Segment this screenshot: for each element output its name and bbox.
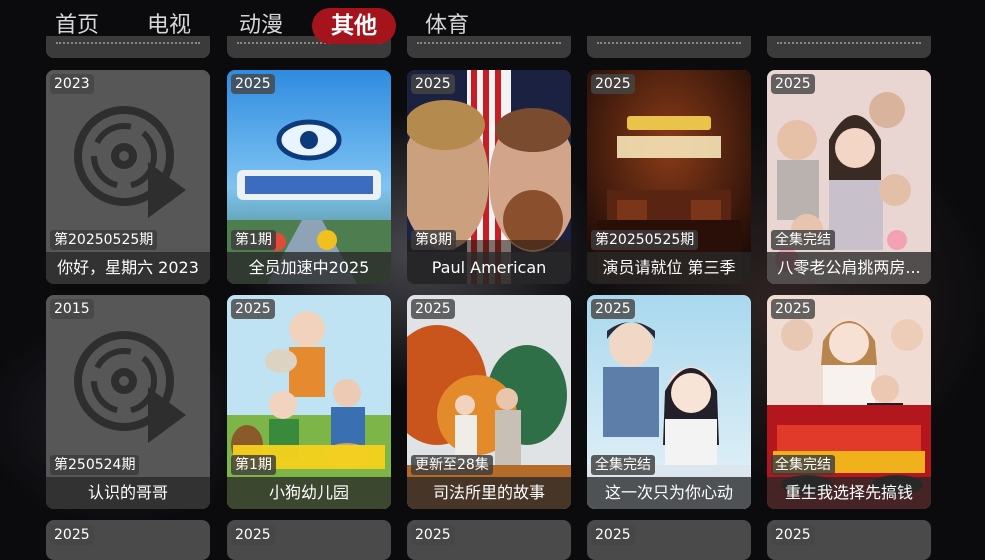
episode-badge: 第8期 xyxy=(411,230,456,250)
video-card[interactable]: 2023 第20250525期 你好，星期六 2023 xyxy=(46,70,210,284)
video-card[interactable]: 2025 更新至28集 司法所里的故事 xyxy=(407,295,571,509)
year-badge: 2025 xyxy=(411,74,455,94)
category-tab-bar: 首页 电视 动漫 其他 体育 xyxy=(0,0,985,52)
video-card[interactable]: 2025 xyxy=(767,520,931,560)
card-title: 重生我选择先搞钱 xyxy=(767,477,931,509)
year-badge: 2025 xyxy=(771,525,815,545)
video-card[interactable]: 2025 xyxy=(587,520,751,560)
video-card[interactable]: 2025 第1期 全员加速中2025 xyxy=(227,70,391,284)
card-title: 全员加速中2025 xyxy=(227,252,391,284)
episode-badge: 第20250525期 xyxy=(50,230,158,250)
episode-badge: 第20250525期 xyxy=(591,230,699,250)
episode-badge: 全集完结 xyxy=(771,455,835,475)
year-badge: 2025 xyxy=(771,74,815,94)
tab-other[interactable]: 其他 xyxy=(312,8,396,44)
episode-badge: 第250524期 xyxy=(50,455,140,475)
year-badge: 2025 xyxy=(591,74,635,94)
card-title: Paul American xyxy=(407,252,571,284)
tab-anime[interactable]: 动漫 xyxy=(228,8,294,44)
video-card[interactable]: 2025 xyxy=(46,520,210,560)
year-badge: 2025 xyxy=(771,299,815,319)
video-card[interactable]: 2025 xyxy=(227,520,391,560)
year-badge: 2025 xyxy=(591,299,635,319)
year-badge: 2025 xyxy=(411,525,455,545)
card-title: 认识的哥哥 xyxy=(46,477,210,509)
episode-badge: 全集完结 xyxy=(771,230,835,250)
video-card[interactable]: 2025 全集完结 重生我选择先搞钱 xyxy=(767,295,931,509)
episode-badge: 第1期 xyxy=(231,230,276,250)
tab-sports[interactable]: 体育 xyxy=(414,8,480,44)
episode-badge: 全集完结 xyxy=(591,455,655,475)
card-title: 演员请就位 第三季 xyxy=(587,252,751,284)
video-card[interactable]: 2025 第1期 小狗幼儿园 xyxy=(227,295,391,509)
year-badge: 2025 xyxy=(231,74,275,94)
video-card[interactable]: 2025 第8期 Paul American xyxy=(407,70,571,284)
episode-badge: 更新至28集 xyxy=(411,455,493,475)
card-title: 小狗幼儿园 xyxy=(227,477,391,509)
card-title: 司法所里的故事 xyxy=(407,477,571,509)
year-badge: 2025 xyxy=(411,299,455,319)
video-card[interactable]: 2025 全集完结 八零老公肩挑两房... xyxy=(767,70,931,284)
tab-home[interactable]: 首页 xyxy=(44,8,110,44)
episode-badge: 第1期 xyxy=(231,455,276,475)
year-badge: 2015 xyxy=(50,299,94,319)
video-card[interactable]: 2025 xyxy=(407,520,571,560)
video-card[interactable]: 2025 全集完结 这一次只为你心动 xyxy=(587,295,751,509)
year-badge: 2025 xyxy=(231,299,275,319)
card-title: 八零老公肩挑两房... xyxy=(767,252,931,284)
card-title: 这一次只为你心动 xyxy=(587,477,751,509)
year-badge: 2023 xyxy=(50,74,94,94)
video-card[interactable]: 2015 第250524期 认识的哥哥 xyxy=(46,295,210,509)
year-badge: 2025 xyxy=(50,525,94,545)
year-badge: 2025 xyxy=(231,525,275,545)
card-title: 你好，星期六 2023 xyxy=(46,252,210,284)
year-badge: 2025 xyxy=(591,525,635,545)
tab-tv[interactable]: 电视 xyxy=(136,8,202,44)
video-card[interactable]: 2025 第20250525期 演员请就位 第三季 xyxy=(587,70,751,284)
